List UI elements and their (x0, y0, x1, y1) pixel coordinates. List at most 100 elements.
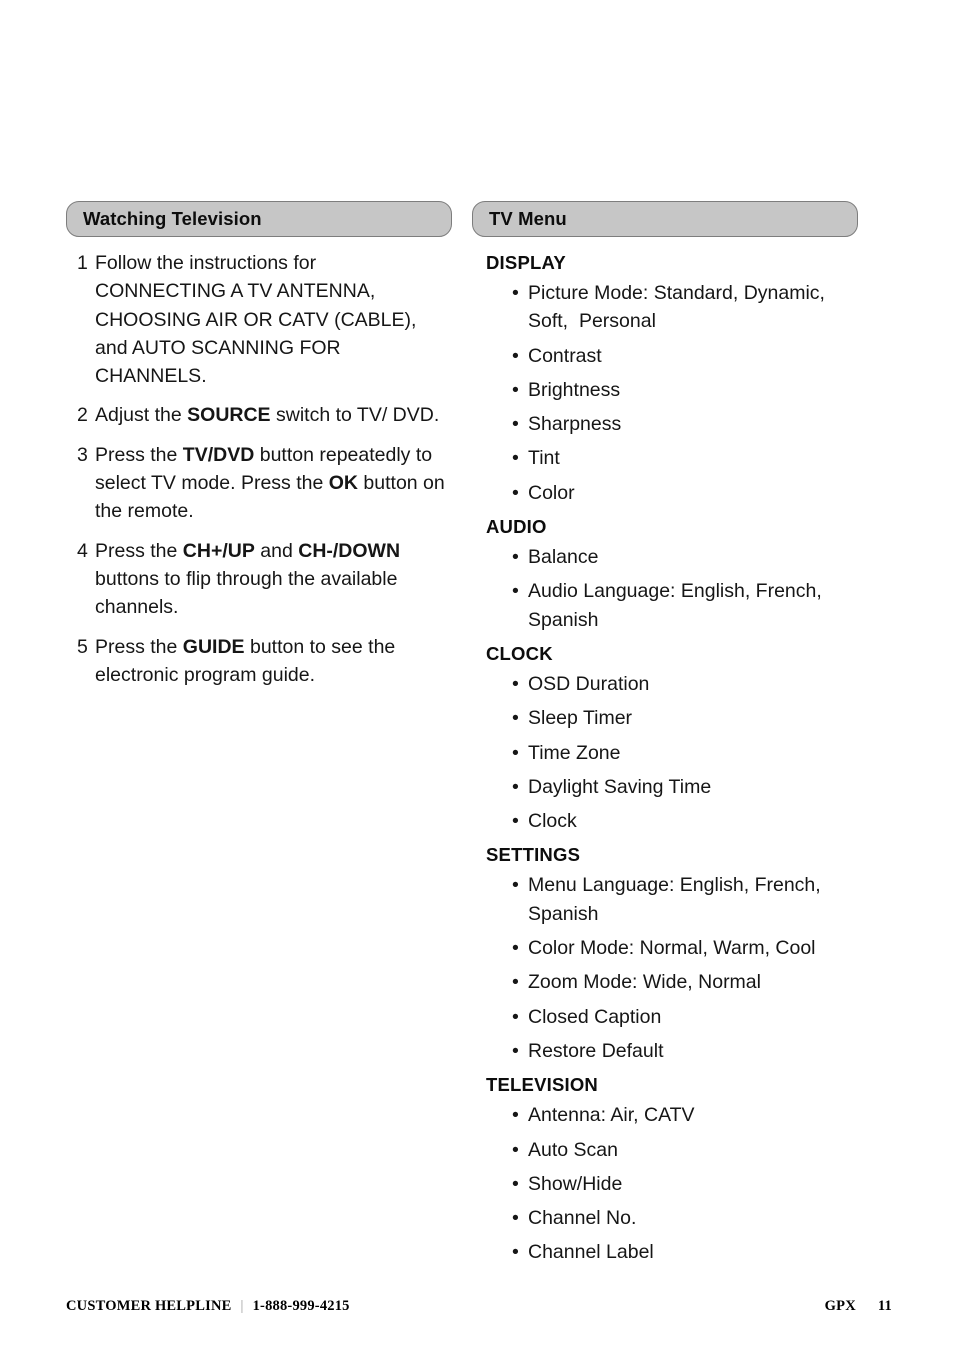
step-number: 3 (77, 443, 88, 466)
step-emphasis: OK (328, 472, 358, 495)
list-item: • Zoom Mode: Wide, Normal (472, 968, 858, 996)
list-item: • Antenna: Air, CATV (472, 1101, 858, 1129)
step-text-part: Press the (95, 635, 183, 658)
list-item: • Restore Default (472, 1037, 858, 1065)
footer-phone-number: 1-888-999-4215 (252, 1297, 350, 1314)
tv-menu-groups: DISPLAY • Picture Mode: Standard, Dynamic… (472, 249, 858, 1267)
bullet-icon: • (512, 546, 519, 569)
menu-item-list: • Antenna: Air, CATV • Auto Scan • Show/Hid… (472, 1101, 858, 1266)
menu-item-label: Picture Mode: Standard, Dynamic, Soft, P… (528, 282, 831, 333)
menu-item-list: • Menu Language: English, French, Spanish… (472, 871, 858, 1065)
list-item: • Sleep Timer (472, 704, 858, 732)
menu-item-label: Restore Default (528, 1039, 664, 1062)
right-column: TV Menu DISPLAY • Picture Mode: Standard,… (472, 201, 858, 1273)
menu-item-label: Closed Caption (528, 1005, 662, 1028)
menu-group-audio: AUDIO • Balance • Audio Language: English,… (472, 513, 858, 634)
step-text: Follow the instructions for CONNECTING A… (95, 252, 417, 388)
list-item: • Contrast (472, 342, 858, 370)
step-emphasis: TV/DVD (182, 443, 255, 466)
step-number: 5 (77, 635, 88, 658)
list-item: • Sharpness (472, 410, 858, 438)
footer-helpline-label: CUSTOMER HELPLINE (66, 1297, 232, 1314)
menu-group-television: TELEVISION • Antenna: Air, CATV • Auto Sca… (472, 1071, 858, 1266)
section-header-title: TV Menu (489, 207, 567, 229)
list-item: • Color Mode: Normal, Warm, Cool (472, 934, 858, 962)
page-footer: CUSTOMER HELPLINE | 1-888-999-4215 GPX 1… (66, 1294, 892, 1318)
menu-item-label: Antenna: Air, CATV (528, 1104, 695, 1127)
bullet-icon: • (512, 378, 519, 401)
list-item: 3 Press the TV/DVD button repeatedly to … (66, 441, 452, 526)
list-item: • Brightness (472, 376, 858, 404)
list-item: • Color (472, 479, 858, 507)
menu-group-clock: CLOCK • OSD Duration • Sleep Timer • Time Z… (472, 640, 858, 835)
menu-item-label: Daylight Saving Time (528, 775, 712, 798)
bullet-icon: • (512, 1172, 519, 1195)
menu-item-label: Color (528, 481, 575, 504)
menu-item-list: • Balance • Audio Language: English, Frenc… (472, 543, 858, 634)
menu-group-settings: SETTINGS • Menu Language: English, French… (472, 841, 858, 1065)
list-item: • Clock (472, 807, 858, 835)
bullet-icon: • (512, 707, 519, 730)
list-item: • Auto Scan (472, 1136, 858, 1164)
menu-item-label: OSD Duration (528, 672, 650, 695)
menu-item-label: Time Zone (528, 741, 621, 764)
left-column: Watching Television 1 Follow the instruc… (66, 201, 452, 700)
bullet-icon: • (512, 672, 519, 695)
footer-separator: | (240, 1297, 244, 1314)
bullet-icon: • (512, 1005, 519, 1028)
menu-group-heading: SETTINGS (486, 844, 581, 866)
bullet-icon: • (512, 1104, 519, 1127)
step-text-part: switch to TV/ DVD. (270, 404, 440, 427)
menu-group-display: DISPLAY • Picture Mode: Standard, Dynamic… (472, 249, 858, 507)
menu-item-label: Clock (528, 810, 577, 833)
list-item: • Time Zone (472, 739, 858, 767)
menu-item-label: Balance (528, 546, 599, 569)
manual-page: Watching Television 1 Follow the instruc… (0, 0, 954, 1354)
step-emphasis: GUIDE (182, 635, 245, 658)
menu-group-heading: CLOCK (486, 642, 553, 664)
list-item: 4 Press the CH+/UP and CH-/DOWN buttons … (66, 537, 452, 622)
instruction-steps-list: 1 Follow the instructions for CONNECTING… (66, 249, 452, 689)
menu-item-label: Menu Language: English, French, Spanish (528, 874, 827, 925)
step-text-part: and (254, 539, 299, 562)
step-text-part: Press the (95, 539, 183, 562)
footer-brand-page: GPX 11 (825, 1298, 892, 1315)
menu-item-label: Zoom Mode: Wide, Normal (528, 971, 761, 994)
bullet-icon: • (512, 775, 519, 798)
step-number: 1 (77, 252, 88, 274)
step-number: 2 (77, 404, 88, 427)
menu-item-list: • OSD Duration • Sleep Timer • Time Zone • D… (472, 670, 858, 835)
step-text-part: Press the (95, 443, 183, 466)
bullet-icon: • (512, 1207, 519, 1230)
bullet-icon: • (512, 1138, 519, 1161)
bullet-icon: • (512, 741, 519, 764)
list-item: • Show/Hide (472, 1170, 858, 1198)
section-header-watching-television: Watching Television (66, 201, 452, 237)
menu-group-heading: TELEVISION (486, 1074, 598, 1096)
menu-item-label: Channel No. (528, 1207, 637, 1230)
menu-item-label: Tint (528, 447, 560, 470)
bullet-icon: • (512, 282, 519, 304)
list-item: • Channel No. (472, 1204, 858, 1232)
menu-item-label: Sleep Timer (528, 707, 633, 730)
list-item: • OSD Duration (472, 670, 858, 698)
bullet-icon: • (512, 1241, 519, 1264)
list-item: 5 Press the GUIDE button to see the elec… (66, 633, 452, 690)
list-item: • Picture Mode: Standard, Dynamic, Soft, … (472, 279, 858, 336)
menu-group-heading: DISPLAY (486, 252, 566, 273)
bullet-icon: • (512, 971, 519, 994)
bullet-icon: • (512, 937, 519, 960)
bullet-icon: • (512, 344, 519, 367)
bullet-icon: • (512, 1039, 519, 1062)
list-item: • Daylight Saving Time (472, 773, 858, 801)
menu-group-heading: AUDIO (486, 516, 547, 538)
menu-item-label: Show/Hide (528, 1172, 623, 1195)
list-item: • Menu Language: English, French, Spanish (472, 871, 858, 928)
list-item: • Closed Caption (472, 1003, 858, 1031)
bullet-icon: • (512, 810, 519, 833)
list-item: • Audio Language: English, French, Spanis… (472, 577, 858, 634)
menu-item-label: Sharpness (528, 413, 622, 436)
menu-item-label: Channel Label (528, 1241, 654, 1264)
footer-brand-label: GPX (824, 1297, 856, 1314)
step-number: 4 (77, 539, 88, 562)
